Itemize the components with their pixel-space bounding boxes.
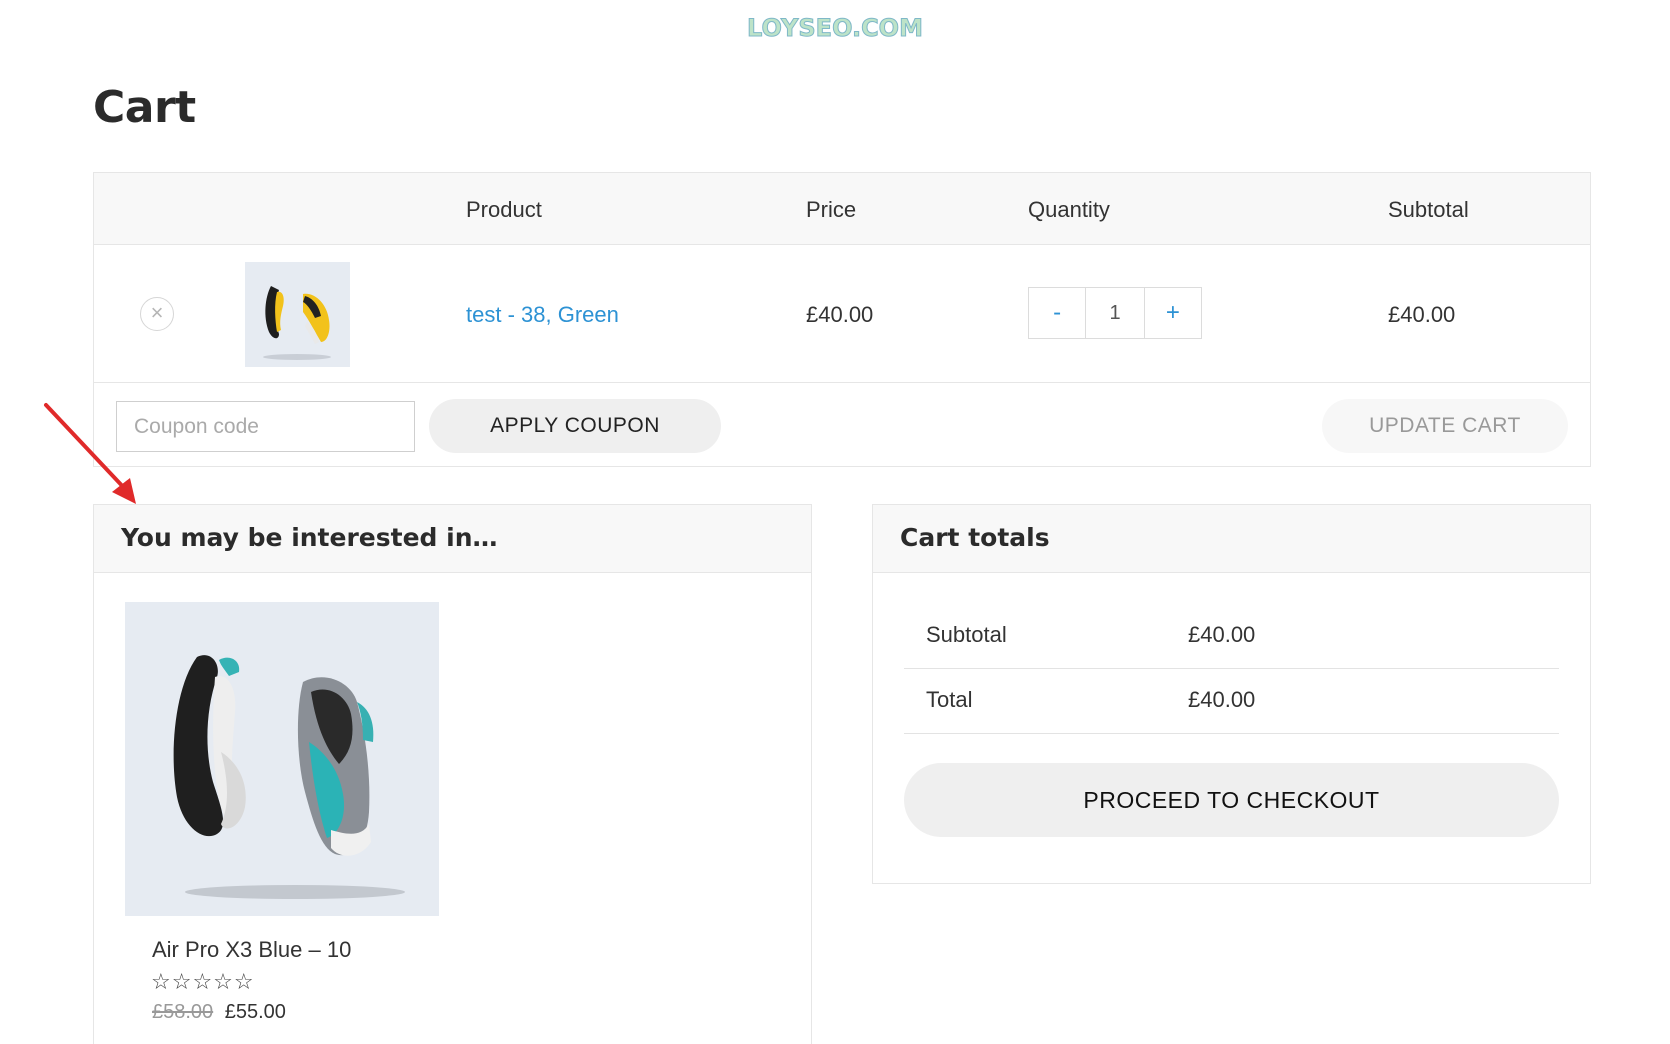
cross-sell-price: £58.00 £55.00 [152, 1001, 286, 1024]
annotation-arrow-icon [44, 403, 136, 504]
cart-table: Product Price Quantity Subtotal × test -… [93, 172, 1591, 467]
totals-subtotal-label: Subtotal [926, 622, 1007, 647]
quantity-stepper: - 1 + [1028, 287, 1202, 339]
cross-sells-header: You may be interested in… [94, 505, 811, 573]
remove-item-button[interactable]: × [140, 297, 174, 331]
header-subtotal: Subtotal [1388, 197, 1469, 222]
header-price: Price [806, 197, 857, 222]
page-title: Cart [93, 82, 196, 133]
cart-totals-panel: Cart totals Subtotal £40.00 Total £40.00… [872, 504, 1591, 884]
totals-row-total: Total £40.00 [904, 669, 1559, 734]
cart-item-row: × test - 38, Green £40.00 - 1 + £40.00 [94, 245, 1590, 383]
cart-item-price: £40.00 [806, 302, 874, 327]
product-thumbnail[interactable] [245, 262, 350, 367]
cart-item-name-link[interactable]: test - 38, Green [466, 302, 619, 328]
cross-sell-product-name[interactable]: Air Pro X3 Blue – 10 [152, 937, 351, 963]
old-price: £58.00 [152, 1001, 214, 1023]
cart-totals-title: Cart totals [900, 523, 1050, 552]
cross-sells-title: You may be interested in… [121, 523, 498, 552]
totals-total-label: Total [926, 687, 973, 712]
cart-table-header: Product Price Quantity Subtotal [94, 173, 1590, 245]
apply-coupon-button[interactable]: APPLY COUPON [429, 399, 721, 453]
header-quantity: Quantity [1028, 197, 1110, 222]
star-rating-icon: ☆☆☆☆☆ [151, 969, 255, 994]
cart-item-subtotal: £40.00 [1388, 302, 1456, 327]
header-product: Product [466, 197, 542, 222]
close-icon: × [150, 300, 164, 325]
cart-totals-header: Cart totals [873, 505, 1590, 573]
quantity-minus-button[interactable]: - [1029, 288, 1085, 338]
totals-total-value: £40.00 [1188, 687, 1256, 712]
cross-sells-panel: You may be interested in… Air Pro X3 Blu… [93, 504, 812, 1044]
quantity-input[interactable]: 1 [1085, 288, 1145, 338]
watermark: LOYSEO.COM [747, 14, 924, 43]
cross-sell-product-image[interactable] [125, 602, 439, 916]
update-cart-button[interactable]: UPDATE CART [1322, 399, 1568, 453]
sale-price: £55.00 [224, 1001, 286, 1023]
proceed-to-checkout-button[interactable]: PROCEED TO CHECKOUT [904, 763, 1559, 837]
totals-subtotal-value: £40.00 [1188, 622, 1256, 647]
totals-row-subtotal: Subtotal £40.00 [904, 604, 1559, 669]
quantity-plus-button[interactable]: + [1145, 288, 1201, 338]
coupon-code-input[interactable]: Coupon code [116, 401, 415, 452]
cart-actions: Coupon code APPLY COUPON UPDATE CART [94, 383, 1590, 468]
